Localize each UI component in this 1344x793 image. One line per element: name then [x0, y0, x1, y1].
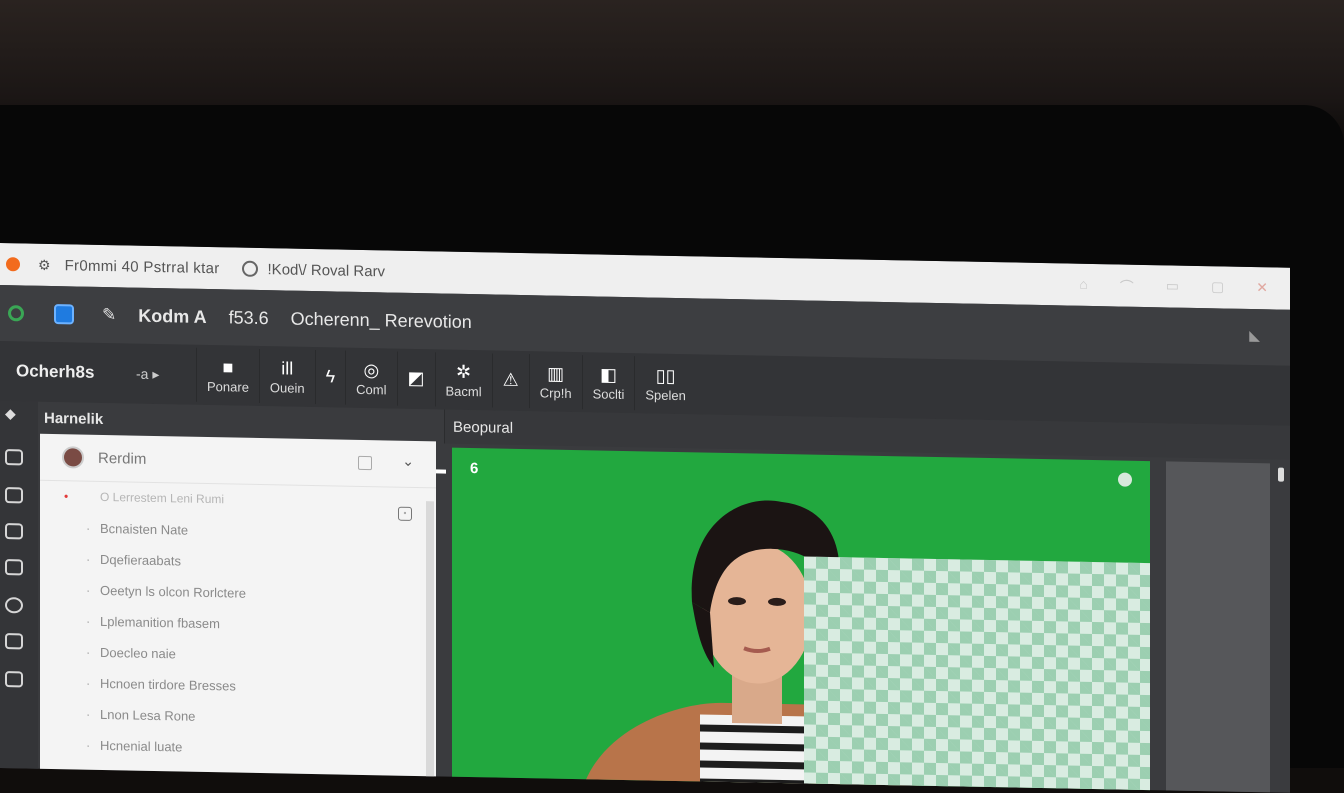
split-icon: ▯▯	[655, 365, 676, 386]
maximize-icon[interactable]: ▢	[1211, 278, 1224, 298]
image-canvas[interactable]: 6	[452, 447, 1150, 793]
left-icon-strip: ◆	[0, 401, 38, 782]
transparency-area	[804, 556, 1150, 793]
bars-icon: ill	[281, 357, 294, 379]
search-icon[interactable]	[241, 260, 258, 277]
book-icon[interactable]	[5, 559, 23, 576]
menu-version[interactable]: f53.6	[229, 307, 269, 329]
expand-icon[interactable]: ◣	[1249, 327, 1260, 344]
chevron-down-icon[interactable]: ⌄	[402, 453, 414, 470]
bolt-icon: ϟ	[325, 366, 336, 387]
image-icon[interactable]	[5, 449, 23, 466]
panel-scrollbar[interactable]	[426, 501, 434, 782]
bucket-icon: ▥	[547, 363, 565, 384]
minimize-icon[interactable]: ⌒	[1120, 277, 1134, 297]
tool-label: Ouein	[269, 379, 305, 396]
app-window: ⚙ Fr0mmi 40 Pstrral ktar !Kod\/ Roval Ra…	[0, 243, 1290, 793]
tool-label: Bacml	[445, 383, 482, 399]
tool-crop[interactable]: ◩	[396, 351, 435, 407]
pin-icon[interactable]: ⌂	[1079, 276, 1087, 296]
crop-icon: ◩	[407, 367, 425, 389]
window-controls: ⌂ ⌒ ▭ ▢ ✕	[1079, 276, 1268, 300]
lasso-icon: ◎	[363, 359, 380, 380]
avatar[interactable]	[62, 446, 84, 469]
tool-coml[interactable]: ◎ Coml	[345, 350, 397, 406]
link-icon[interactable]	[5, 523, 23, 540]
menu-document[interactable]: Ocherenn_ Rerevotion	[291, 308, 472, 332]
right-panel	[1166, 461, 1270, 793]
tool-warning[interactable]: ⚠	[491, 353, 529, 409]
toolbar-arrow[interactable]: -a ▸	[136, 365, 196, 383]
tool-bolt[interactable]: ϟ	[314, 350, 346, 405]
tab-label[interactable]: !Kod\/ Roval Rarv	[268, 261, 386, 280]
tool-bacml[interactable]: ✲ Bacml	[434, 352, 492, 408]
layers-icon[interactable]	[5, 671, 23, 688]
tool-label: Spelen	[645, 386, 686, 403]
menu-icon[interactable]: ▭	[1166, 277, 1179, 297]
square-icon: ■	[222, 356, 234, 377]
monitor-icon[interactable]	[5, 633, 23, 650]
tool-label: Ponare	[207, 378, 249, 395]
tool-ouein[interactable]: ill Ouein	[258, 348, 315, 405]
status-icon[interactable]	[8, 305, 24, 322]
close-dot-icon[interactable]	[6, 257, 20, 272]
pen-icon[interactable]: ✎	[102, 305, 116, 325]
square-icon[interactable]	[358, 455, 372, 471]
tool-soclti[interactable]: ◧ Soclti	[581, 355, 635, 411]
settings-icon[interactable]: ⚙	[38, 256, 51, 273]
list-item[interactable]: Hcnenial luate	[40, 729, 436, 768]
tool-crph[interactable]: ▥ Crp!h	[528, 354, 582, 410]
close-icon[interactable]: ✕	[1256, 279, 1268, 299]
tool-spelen[interactable]: ▯▯ Spelen	[634, 356, 696, 412]
layers-icon: ◧	[599, 364, 617, 385]
app-icon[interactable]	[54, 304, 74, 325]
right-scrollbar[interactable]	[1278, 467, 1284, 482]
panel-title: Rerdim	[98, 449, 147, 468]
toolbar-main-label[interactable]: Ocherh8s	[16, 361, 116, 383]
sparkle-icon: ✲	[456, 361, 472, 382]
triangle-icon: ⚠	[502, 369, 519, 390]
tool-label: Soclti	[592, 385, 625, 402]
panel-top-row: Rerdim ⌄	[40, 433, 436, 489]
compass-icon[interactable]	[5, 597, 23, 614]
layer-list: O Lerrestem Leni Rumi Bcnaisten Nate Dqe…	[40, 481, 436, 768]
panel-resize-handle[interactable]	[436, 469, 446, 474]
tool-label: Crp!h	[539, 384, 572, 401]
menu-app[interactable]: Kodm A	[138, 305, 206, 327]
tool-label: Coml	[356, 381, 387, 397]
chart-icon[interactable]	[5, 487, 23, 504]
window-title: Fr0mmi 40 Pstrral ktar	[64, 256, 220, 277]
tool-ponare[interactable]: ■ Ponare	[196, 347, 259, 403]
layers-panel: Rerdim ⌄ ◦ O Lerrestem Leni Rumi Bcnaist…	[40, 433, 436, 782]
diamond-icon[interactable]: ◆	[5, 405, 16, 422]
